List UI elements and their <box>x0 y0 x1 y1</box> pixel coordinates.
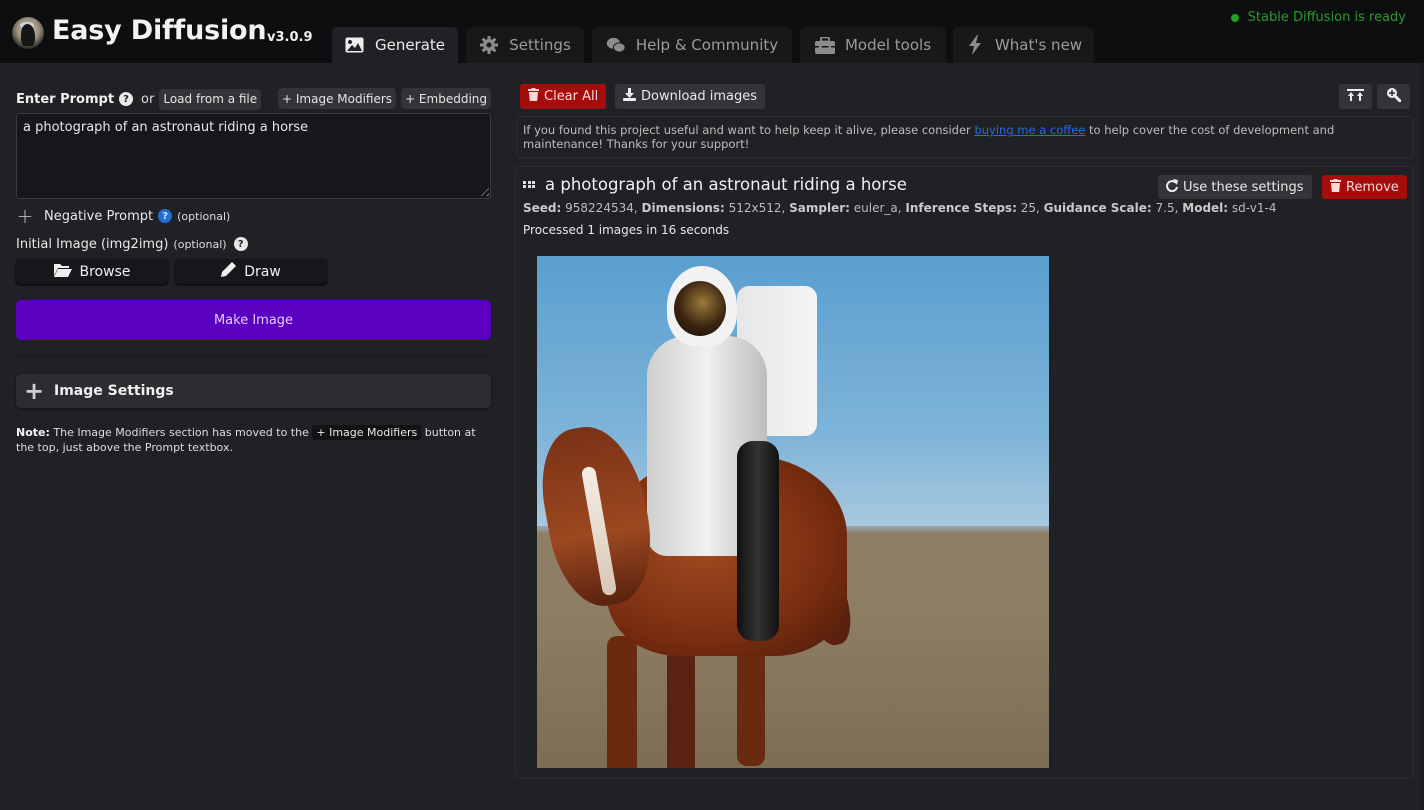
zoom-button[interactable] <box>1377 84 1410 109</box>
use-settings-label: Use these settings <box>1183 179 1304 195</box>
image-icon <box>345 35 365 55</box>
support-text: If you found this project useful and wan… <box>523 123 971 137</box>
meta-key: Sampler: <box>789 201 850 215</box>
embedding-button[interactable]: + Embedding <box>401 88 491 109</box>
tab-label: Settings <box>509 36 571 54</box>
clear-all-label: Clear All <box>544 89 599 104</box>
browse-label: Browse <box>79 263 131 280</box>
prompt-label-row: Enter Prompt ? or Load from a file + Ima… <box>16 88 491 110</box>
task-title: a photograph of an astronaut riding a ho… <box>545 175 907 194</box>
arrows-up-to-line-icon <box>1347 88 1364 105</box>
meta-key: Dimensions: <box>641 201 725 215</box>
image-modifiers-button[interactable]: + Image Modifiers <box>278 88 397 109</box>
download-images-button[interactable]: Download images <box>615 84 766 109</box>
folder-open-icon <box>53 263 72 281</box>
browse-button[interactable]: Browse <box>16 259 168 284</box>
tab-label: What's new <box>994 36 1083 54</box>
download-label: Download images <box>641 89 758 104</box>
plus-icon: + <box>16 204 34 228</box>
meta-value-model: sd-v1-4 <box>1231 201 1277 215</box>
tab-label: Model tools <box>844 36 932 54</box>
gear-icon <box>479 35 499 55</box>
trash-icon <box>528 88 539 105</box>
app-title: Easy Diffusion <box>52 15 267 46</box>
initial-image-row: Initial Image (img2img) (optional) ? <box>16 234 248 254</box>
grip-icon[interactable] <box>523 180 535 189</box>
negative-prompt-label: Negative Prompt <box>44 208 154 224</box>
tab-generate[interactable]: Generate <box>332 27 458 63</box>
use-these-settings-button[interactable]: Use these settings <box>1158 175 1312 199</box>
help-icon[interactable]: ? <box>119 92 134 106</box>
divider <box>16 356 491 357</box>
prompt-input[interactable] <box>16 113 491 199</box>
app-logo <box>12 17 44 49</box>
download-icon <box>623 88 636 105</box>
help-icon[interactable]: ? <box>158 209 173 223</box>
status-text: Stable Diffusion is ready <box>1247 10 1406 25</box>
modifiers-note: Note: The Image Modifiers section has mo… <box>16 425 491 455</box>
note-pill: + Image Modifiers <box>312 425 422 440</box>
meta-value-steps: 25 <box>1020 201 1036 215</box>
tab-settings[interactable]: Settings <box>466 27 584 63</box>
page-scrollbar[interactable] <box>1420 63 1424 810</box>
bolt-icon <box>965 35 985 55</box>
comments-icon <box>606 35 626 55</box>
plus-icon: + <box>24 377 45 405</box>
buy-coffee-link[interactable]: buying me a coffee <box>974 123 1085 137</box>
task-settings-summary: Seed: 958224534, Dimensions: 512x512, Sa… <box>523 201 1277 215</box>
meta-key: Seed: <box>523 201 562 215</box>
or-text: or <box>141 91 155 107</box>
meta-key: Model: <box>1182 201 1229 215</box>
note-text: The Image Modifiers section has moved to… <box>53 426 309 439</box>
magnifier-plus-icon <box>1386 87 1402 106</box>
remove-label: Remove <box>1346 179 1399 195</box>
tab-whats-new[interactable]: What's new <box>953 27 1094 63</box>
meta-value-seed: 958224534 <box>565 201 634 215</box>
tab-help-community[interactable]: Help & Community <box>592 27 792 63</box>
initial-image-label: Initial Image (img2img) <box>16 236 169 252</box>
status-dot-icon <box>1230 13 1239 22</box>
meta-value-guidance: 7.5 <box>1155 201 1175 215</box>
task-title-row: a photograph of an astronaut riding a ho… <box>523 175 907 194</box>
top-header: Easy Diffusion v3.0.9 Generate Settings … <box>0 0 1424 63</box>
meta-key: Inference Steps: <box>905 201 1017 215</box>
tab-label: Generate <box>374 36 446 54</box>
meta-value-sampler: euler_a <box>853 201 898 215</box>
tab-model-tools[interactable]: Model tools <box>800 27 946 63</box>
meta-key: Guidance Scale: <box>1043 201 1152 215</box>
app-version: v3.0.9 <box>267 30 313 45</box>
server-status: Stable Diffusion is ready <box>1230 10 1406 25</box>
meta-value-dimensions: 512x512 <box>728 201 782 215</box>
tab-label: Help & Community <box>635 36 779 54</box>
negative-prompt-toggle[interactable]: + Negative Prompt ? (optional) <box>16 204 231 228</box>
image-settings-header[interactable]: + Image Settings <box>16 374 491 408</box>
remove-task-button[interactable]: Remove <box>1322 175 1407 199</box>
draw-button[interactable]: Draw <box>175 259 327 284</box>
note-prefix: Note: <box>16 426 50 439</box>
help-icon[interactable]: ? <box>233 237 248 251</box>
draw-label: Draw <box>244 263 281 280</box>
trash-icon <box>1330 178 1341 196</box>
clear-all-button[interactable]: Clear All <box>520 84 607 109</box>
generated-image[interactable] <box>537 256 1049 768</box>
collapse-all-button[interactable] <box>1339 84 1372 109</box>
prompt-label: Enter Prompt <box>16 91 115 107</box>
task-card: a photograph of an astronaut riding a ho… <box>515 166 1414 779</box>
optional-text: (optional) <box>177 209 231 223</box>
make-image-button[interactable]: Make Image <box>16 300 491 340</box>
optional-text: (optional) <box>173 237 227 251</box>
pencil-icon <box>221 262 237 281</box>
load-from-file-button[interactable]: Load from a file <box>159 88 262 110</box>
redo-icon <box>1166 178 1178 196</box>
image-settings-title: Image Settings <box>54 383 174 399</box>
support-message: If you found this project useful and wan… <box>516 116 1414 158</box>
toolbox-icon <box>814 35 835 55</box>
processed-status: Processed 1 images in 16 seconds <box>523 223 730 237</box>
